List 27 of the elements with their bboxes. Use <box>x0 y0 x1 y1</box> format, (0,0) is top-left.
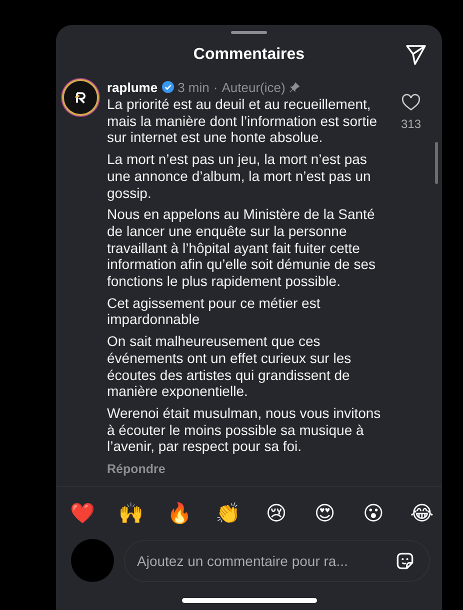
author-role: Auteur(ice) <box>222 80 286 94</box>
send-icon[interactable] <box>404 43 428 67</box>
username[interactable]: raplume <box>107 80 158 94</box>
user-avatar <box>71 539 114 582</box>
comment-input-field[interactable]: Ajoutez un commentaire pour ra... <box>124 540 430 582</box>
comment-paragraph: La mort n’est pas un jeu, la mort n’est pas une annonce d’album, la mort n’est pas un gossip. <box>107 151 372 202</box>
comment-paragraph: Cet agissement pour ce métier est impardonnable <box>107 294 322 328</box>
heart-icon[interactable] <box>401 93 421 113</box>
comment-paragraph: La priorité est au deuil et au recueillement, mais la manière dont l’information est sortie sur internet est une honte absolue. <box>107 96 378 146</box>
emoji-reaction[interactable]: 😍 <box>312 501 337 526</box>
like-count: 313 <box>400 117 422 131</box>
separator-dot: · <box>213 80 218 94</box>
emoji-reaction[interactable]: ❤ <box>70 501 94 526</box>
emoji-reaction[interactable]: 🙌 <box>118 501 143 526</box>
comment-paragraph: Nous en appelons au Ministère de la Santé de lancer une enquête sur la personne travaillant à l’hôpital ayant fait fuiter cette information afin qu’elle soit démunie de ses fonctions le plus rapidement possible. <box>107 206 376 290</box>
reply-link[interactable]: Répondre <box>107 462 166 476</box>
emoji-reaction[interactable]: 🔥 <box>167 501 192 526</box>
profile-avatar[interactable] <box>62 79 99 116</box>
comment-paragraph: Werenoi était musulman, nous vous invitons à écouter le moins possible sa musique à l’avenir, par respect pour sa foi. <box>107 404 382 456</box>
emoji-reaction[interactable]: 👏 <box>216 501 240 526</box>
emoji-reaction[interactable]: 😂 <box>410 501 434 526</box>
sheet-title: Commentaires <box>193 46 305 64</box>
emoji-reaction[interactable]: 😢 <box>264 501 288 526</box>
comment-paragraph: On sait malheureusement que ces événements ont un effet curieux sur les écoutes des artistes qui grandissent de manière exponentielle. <box>107 333 352 400</box>
comment-time: 3 min <box>178 80 210 94</box>
drag-handle[interactable] <box>231 31 267 34</box>
emoji-reaction[interactable]: 😮 <box>361 501 386 526</box>
